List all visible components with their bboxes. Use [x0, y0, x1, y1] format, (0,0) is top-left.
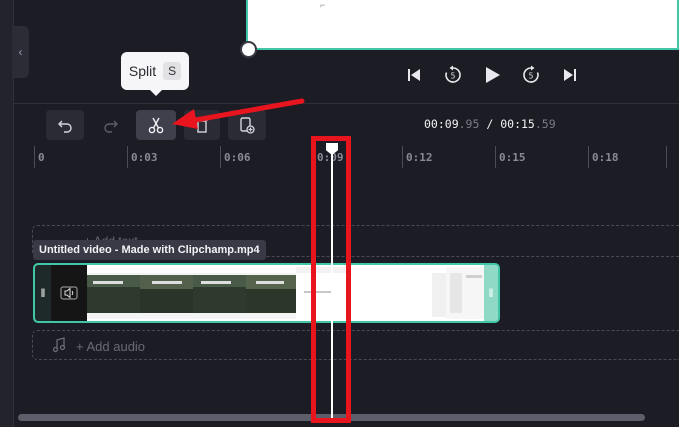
- cursor-icon: ⌐: [320, 0, 326, 10]
- clip-trim-handle-left[interactable]: ‖: [35, 265, 51, 321]
- ruler-label: 0:06: [224, 151, 251, 164]
- ruler-label: 0: [38, 151, 45, 164]
- rewind-5-button[interactable]: 5: [440, 62, 466, 88]
- undo-button[interactable]: [46, 110, 84, 140]
- ruler-label: 0:18: [592, 151, 619, 164]
- clip-thumbnail: [446, 267, 486, 319]
- tooltip-label: Split: [128, 63, 157, 79]
- clip-audio-toggle[interactable]: [51, 265, 87, 321]
- svg-text:5: 5: [451, 72, 456, 81]
- clip-thumbnail: [193, 267, 246, 319]
- speaker-icon: [60, 286, 78, 300]
- tooltip-shortcut: S: [163, 62, 182, 80]
- rewind-5-icon: 5: [445, 65, 461, 83]
- split-tooltip: Split S: [121, 52, 189, 96]
- play-icon: [486, 67, 500, 83]
- collapse-panel-button[interactable]: ‹: [12, 26, 29, 78]
- undo-icon: [58, 120, 72, 133]
- clip-thumbnail: [396, 267, 446, 319]
- preview-resize-handle[interactable]: [240, 41, 257, 58]
- redo-button[interactable]: [94, 110, 128, 140]
- skip-back-icon: [408, 69, 420, 81]
- skip-forward-button[interactable]: [557, 62, 583, 88]
- chevron-left-icon: ‹: [18, 45, 23, 59]
- clip-thumbnail: [140, 267, 193, 319]
- clip-trim-handle-right[interactable]: ‖: [484, 265, 498, 321]
- clip-thumbnail: [346, 267, 396, 319]
- scissors-icon: [148, 117, 164, 134]
- play-button[interactable]: [479, 62, 505, 88]
- total-time: 00:15: [500, 117, 535, 131]
- music-note-icon: [52, 337, 66, 353]
- ruler-tick: [495, 146, 496, 168]
- clip-name: Untitled video - Made with Clipchamp.mp4: [33, 240, 266, 260]
- add-audio-label[interactable]: + Add audio: [76, 339, 145, 354]
- forward-5-icon: 5: [523, 65, 539, 83]
- current-time: 00:09: [424, 117, 459, 131]
- annotation-arrow: [172, 98, 305, 129]
- time-separator: /: [486, 117, 494, 131]
- skip-back-button[interactable]: [401, 62, 427, 88]
- ruler-label: 0:12: [406, 151, 433, 164]
- ruler-tick: [34, 146, 35, 168]
- current-time-fraction: .95: [458, 117, 480, 131]
- redo-icon: [104, 120, 118, 133]
- video-preview[interactable]: ⌐: [246, 0, 679, 50]
- video-clip[interactable]: ‖ ‖: [33, 263, 500, 323]
- ruler-tick: [402, 146, 403, 168]
- ruler-tick: [127, 146, 128, 168]
- ruler-tick: [666, 146, 667, 168]
- timecode: 00:09.95 / 00:15.59: [424, 117, 556, 131]
- forward-5-button[interactable]: 5: [518, 62, 544, 88]
- annotation-highlight-box: [311, 136, 351, 423]
- ruler-label: 0:03: [131, 151, 158, 164]
- svg-text:5: 5: [529, 72, 534, 81]
- skip-forward-icon: [564, 69, 576, 81]
- toolbar-divider: [14, 103, 679, 104]
- ruler-tick: [220, 146, 221, 168]
- total-time-fraction: .59: [534, 117, 556, 131]
- ruler-label: 0:15: [499, 151, 526, 164]
- clip-thumbnail: [87, 267, 140, 319]
- ruler-tick: [588, 146, 589, 168]
- clip-thumbnail: [246, 267, 296, 319]
